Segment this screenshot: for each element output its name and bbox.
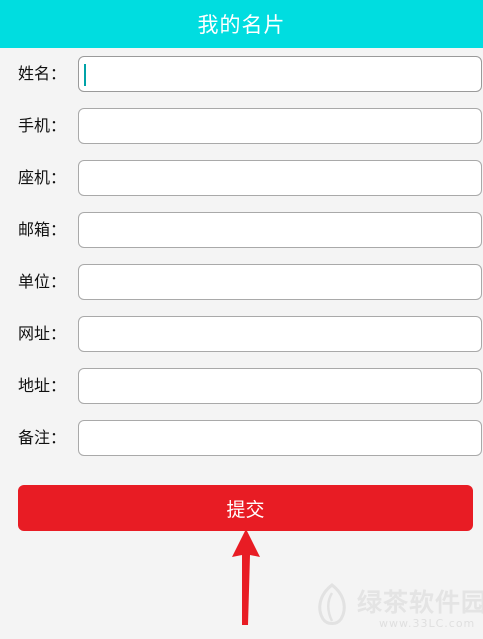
website-row: 网址： xyxy=(0,316,483,352)
text-caret xyxy=(84,64,86,86)
website-label: 网址： xyxy=(18,324,67,343)
watermark: 绿茶软件园 www.33LC.com xyxy=(303,575,483,637)
name-label: 姓名： xyxy=(18,64,67,83)
watermark-url: www.33LC.com xyxy=(379,617,476,630)
landline-input[interactable] xyxy=(78,160,482,196)
address-input[interactable] xyxy=(78,368,482,404)
name-row: 姓名： xyxy=(0,56,483,92)
arrow-shape xyxy=(232,529,260,625)
email-input[interactable] xyxy=(78,212,482,248)
landline-label: 座机： xyxy=(18,168,67,187)
email-row: 邮箱： xyxy=(0,212,483,248)
mobile-label: 手机： xyxy=(18,116,67,135)
page-title: 我的名片 xyxy=(197,13,286,37)
watermark-text: 绿茶软件园 xyxy=(357,588,483,617)
mobile-input[interactable] xyxy=(78,108,482,144)
arrow-up-icon xyxy=(232,529,260,625)
notes-row: 备注： xyxy=(0,420,483,456)
address-row: 地址： xyxy=(0,368,483,404)
leaf-logo-icon xyxy=(318,583,346,625)
address-label: 地址： xyxy=(18,376,67,395)
email-label: 邮箱： xyxy=(18,220,67,239)
header-bar: 我的名片 xyxy=(0,0,483,48)
landline-row: 座机： xyxy=(0,160,483,196)
website-input[interactable] xyxy=(78,316,482,352)
name-input[interactable] xyxy=(78,56,482,92)
company-row: 单位： xyxy=(0,264,483,300)
company-input[interactable] xyxy=(78,264,482,300)
notes-input[interactable] xyxy=(78,420,482,456)
mobile-row: 手机： xyxy=(0,108,483,144)
company-label: 单位： xyxy=(18,272,67,291)
notes-label: 备注： xyxy=(18,428,67,447)
